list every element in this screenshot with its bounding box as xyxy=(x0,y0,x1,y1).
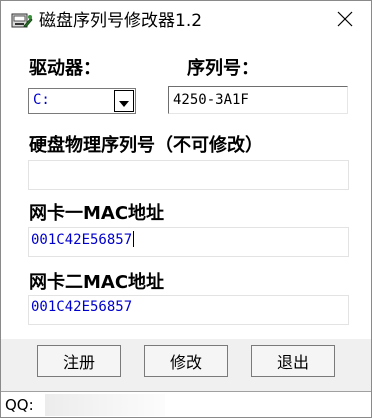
main-panel: 驱动器： 序列号： C: 4250-3A1F 硬盘物理序列号（不可修改） 网卡一… xyxy=(1,41,371,339)
modify-button[interactable]: 修改 xyxy=(144,345,228,377)
status-bar: QQ: xyxy=(1,391,371,417)
title-bar: 磁盘序列号修改器1.2 xyxy=(1,1,371,41)
close-icon xyxy=(337,11,353,31)
nic2-mac-value: 001C42E56857 xyxy=(31,299,133,315)
nic1-mac-value-wrap: 001C42E56857 xyxy=(31,231,135,248)
exit-button[interactable]: 退出 xyxy=(251,345,335,377)
drive-select-value: C: xyxy=(33,92,50,108)
disk-tool-icon xyxy=(11,12,33,30)
hdd-serial-label: 硬盘物理序列号（不可修改） xyxy=(29,135,263,156)
nic2-mac-label: 网卡二MAC地址 xyxy=(29,272,165,293)
register-button[interactable]: 注册 xyxy=(37,345,121,377)
triangle-down-icon xyxy=(119,92,129,111)
serial-input[interactable]: 4250-3A1F xyxy=(168,86,348,114)
text-caret xyxy=(133,231,135,247)
dropdown-button[interactable] xyxy=(114,90,134,112)
close-button[interactable] xyxy=(319,1,371,41)
nic2-mac-input[interactable]: 001C42E56857 xyxy=(28,295,349,325)
qq-label: QQ: xyxy=(5,396,34,414)
app-window: 磁盘序列号修改器1.2 驱动器： 序列号： C: 4250-3A1F 硬盘物理序… xyxy=(0,0,372,418)
nic1-mac-input[interactable]: 001C42E56857 xyxy=(28,227,349,257)
nic1-mac-label: 网卡一MAC地址 xyxy=(29,203,165,224)
serial-label: 序列号： xyxy=(187,58,259,79)
window-title: 磁盘序列号修改器1.2 xyxy=(39,11,203,31)
drive-label: 驱动器： xyxy=(29,58,101,79)
nic1-mac-value: 001C42E56857 xyxy=(31,232,133,248)
hdd-serial-field xyxy=(28,160,349,190)
drive-select[interactable]: C: xyxy=(28,88,136,114)
qq-value xyxy=(45,394,165,416)
serial-input-value: 4250-3A1F xyxy=(173,92,249,108)
